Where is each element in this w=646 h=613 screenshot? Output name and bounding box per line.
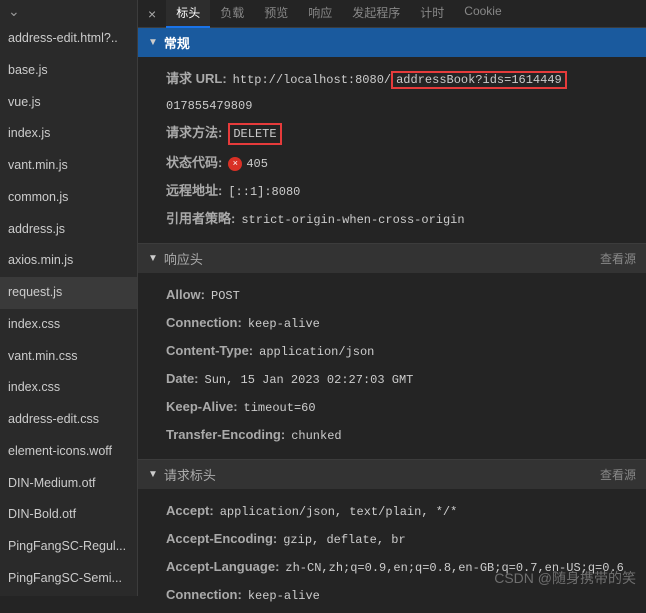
header-value: POST xyxy=(211,287,240,305)
triangle-down-icon: ▼ xyxy=(148,37,158,48)
section-response-headers: ▼ 响应头 查看源 Allow: POST Connection: keep-aliv… xyxy=(138,244,646,460)
header-key: Date: xyxy=(166,369,199,389)
tab-bar: × 标头负载预览响应发起程序计时Cookie xyxy=(138,0,646,28)
referrer-policy-label: 引用者策略: xyxy=(166,209,235,229)
header-row: Allow: POST xyxy=(166,281,646,309)
request-method-label: 请求方法: xyxy=(166,123,222,143)
file-item[interactable]: DIN-Medium.otf xyxy=(0,468,137,500)
tab-3[interactable]: 响应 xyxy=(298,0,342,28)
header-value: gzip, deflate, br xyxy=(283,531,405,549)
header-row: Keep-Alive: timeout=60 xyxy=(166,393,646,421)
file-item[interactable]: address.js xyxy=(0,214,137,246)
remote-address-label: 远程地址: xyxy=(166,181,222,201)
header-key: Accept: xyxy=(166,501,214,521)
request-url-continue: 017855479809 xyxy=(166,97,252,115)
file-item[interactable]: vue.js xyxy=(0,87,137,119)
file-item[interactable]: common.js xyxy=(0,182,137,214)
view-source-link[interactable]: 查看源 xyxy=(600,250,636,267)
header-key: Content-Type: xyxy=(166,341,253,361)
view-source-link[interactable]: 查看源 xyxy=(600,466,636,483)
url-highlight: addressBook?ids=1614449 xyxy=(391,71,567,89)
header-key: Connection: xyxy=(166,313,242,333)
close-icon[interactable]: × xyxy=(138,6,166,22)
file-item[interactable]: PingFangSC-Regul... xyxy=(0,531,137,563)
file-item[interactable]: request.js xyxy=(0,277,137,309)
request-url-label: 请求 URL: xyxy=(166,69,227,89)
watermark: CSDN @随身携带的笑 xyxy=(494,568,636,588)
tab-6[interactable]: Cookie xyxy=(454,0,511,28)
file-item[interactable]: element-icons.woff xyxy=(0,436,137,468)
request-headers-header[interactable]: ▼ 请求标头 查看源 xyxy=(138,460,646,489)
header-row: Accept-Encoding: gzip, deflate, br xyxy=(166,525,646,553)
header-row: Accept: application/json, text/plain, */* xyxy=(166,497,646,525)
remote-address-value: [::1]:8080 xyxy=(228,183,300,201)
referrer-policy-value: strict-origin-when-cross-origin xyxy=(241,211,464,229)
header-value: Sun, 15 Jan 2023 02:27:03 GMT xyxy=(205,371,414,389)
file-item[interactable]: index.js xyxy=(0,118,137,150)
header-key: Keep-Alive: xyxy=(166,397,238,417)
file-item[interactable]: PingFangSC-Semi... xyxy=(0,563,137,595)
header-row: Date: Sun, 15 Jan 2023 02:27:03 GMT xyxy=(166,365,646,393)
request-url-value: http://localhost:8080/addressBook?ids=16… xyxy=(233,71,567,89)
file-item[interactable]: vant.min.css xyxy=(0,341,137,373)
header-value: application/json, text/plain, */* xyxy=(220,503,458,521)
tab-5[interactable]: 计时 xyxy=(410,0,454,28)
header-row: Content-Type: application/json xyxy=(166,337,646,365)
section-general-title: 常规 xyxy=(164,33,190,52)
header-value: application/json xyxy=(259,343,374,361)
file-item[interactable]: index.css xyxy=(0,372,137,404)
error-dot-icon: × xyxy=(228,157,242,171)
tab-4[interactable]: 发起程序 xyxy=(342,0,410,28)
file-item[interactable]: index.css xyxy=(0,309,137,341)
file-item[interactable]: vant.min.js xyxy=(0,150,137,182)
file-item[interactable]: address-edit.css xyxy=(0,404,137,436)
file-item[interactable]: base.js xyxy=(0,55,137,87)
header-value: keep-alive xyxy=(248,587,320,605)
file-item[interactable]: axios.min.js xyxy=(0,245,137,277)
section-general: ▼ 常规 请求 URL: http://localhost:8080/addre… xyxy=(138,28,646,244)
tab-2[interactable]: 预览 xyxy=(254,0,298,28)
header-value: keep-alive xyxy=(248,315,320,333)
file-item[interactable]: address-edit.html?.. xyxy=(0,23,137,55)
triangle-down-icon: ▼ xyxy=(148,253,158,264)
section-request-headers: ▼ 请求标头 查看源 Accept: application/json, text… xyxy=(138,460,646,613)
chevron-down-icon: ⌄ xyxy=(0,0,137,23)
status-code-label: 状态代码: xyxy=(166,153,222,173)
response-headers-header[interactable]: ▼ 响应头 查看源 xyxy=(138,244,646,273)
header-key: Allow: xyxy=(166,285,205,305)
header-row: Connection: keep-alive xyxy=(166,309,646,337)
request-method-value: DELETE xyxy=(228,123,281,145)
request-headers-title: 请求标头 xyxy=(164,465,554,484)
section-general-header[interactable]: ▼ 常规 xyxy=(138,28,646,57)
header-key: Transfer-Encoding: xyxy=(166,425,285,445)
main-panel: × 标头负载预览响应发起程序计时Cookie ▼ 常规 请求 URL: http… xyxy=(138,0,646,596)
header-row: Transfer-Encoding: chunked xyxy=(166,421,646,449)
tab-0[interactable]: 标头 xyxy=(166,0,210,28)
status-code-value: ×405 xyxy=(228,155,268,173)
header-value: chunked xyxy=(291,427,341,445)
tab-1[interactable]: 负载 xyxy=(210,0,254,28)
header-key: Connection: xyxy=(166,585,242,605)
file-item[interactable]: DIN-Bold.otf xyxy=(0,499,137,531)
response-headers-title: 响应头 xyxy=(164,249,554,268)
header-key: Accept-Language: xyxy=(166,557,279,577)
header-value: timeout=60 xyxy=(244,399,316,417)
triangle-down-icon: ▼ xyxy=(148,469,158,480)
file-sidebar: ⌄ address-edit.html?..base.jsvue.jsindex… xyxy=(0,0,138,596)
header-key: Accept-Encoding: xyxy=(166,529,277,549)
